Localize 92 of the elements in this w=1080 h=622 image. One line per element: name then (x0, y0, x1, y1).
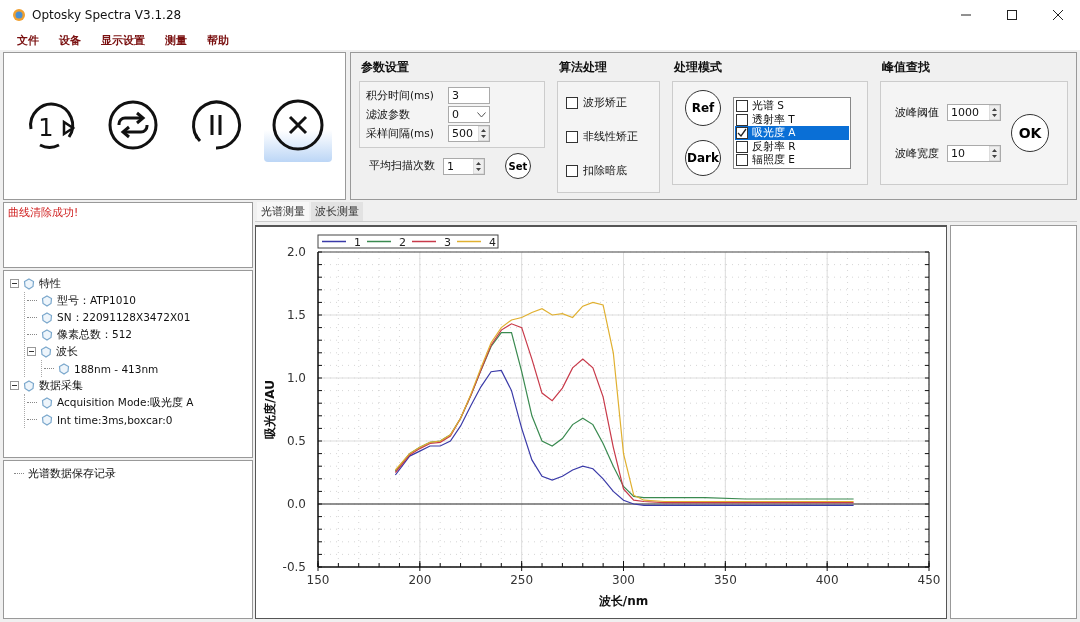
node-icon (41, 294, 53, 307)
menu-item[interactable]: 测量 (165, 32, 187, 48)
legend-swatch (366, 240, 392, 243)
y-tick-label: 1.5 (286, 308, 306, 322)
checkbox[interactable]: 波形矫正 (566, 96, 651, 110)
tree-item[interactable]: 型号：ATP1010 (57, 293, 136, 308)
y-axis-title: 吸光度/AU (263, 380, 277, 439)
y-tick-label: 0.0 (286, 497, 306, 511)
chevron-down-icon[interactable] (477, 111, 486, 118)
legend-label: 1 (354, 235, 361, 249)
list-item[interactable]: 透射率 T (735, 112, 849, 127)
checkbox[interactable]: 非线性矫正 (566, 130, 651, 144)
node-icon (40, 345, 52, 358)
node-icon (41, 396, 53, 409)
field-label: 采样间隔(ms) (366, 126, 435, 141)
status-message: 曲线清除成功! (8, 206, 79, 218)
legend-swatch (321, 240, 347, 243)
field-label: 积分时间(ms) (366, 88, 435, 103)
x-tick-label: 300 (612, 573, 635, 587)
node-icon (41, 413, 53, 426)
mode-button[interactable]: Dark (685, 140, 721, 176)
legend-label: 4 (489, 235, 496, 249)
dropdown[interactable]: 0 (448, 106, 490, 123)
node-icon (23, 277, 35, 290)
tree-item[interactable]: Int time:3ms,boxcar:0 (57, 413, 173, 426)
collapse-icon[interactable] (10, 279, 19, 288)
spin-field[interactable]: 1000 (947, 104, 1001, 121)
list-item[interactable]: 反射率 R (735, 139, 849, 154)
spin-field[interactable]: 500 (448, 125, 490, 142)
tree-item[interactable]: 数据采集 (39, 378, 83, 393)
checkbox[interactable]: 扣除暗底 (566, 164, 651, 178)
x-axis-title: 波长/nm (598, 594, 649, 608)
maximize-icon[interactable] (1006, 9, 1018, 21)
tab[interactable]: 波长测量 (311, 202, 363, 221)
spin-field[interactable]: 1 (443, 157, 485, 175)
check-icon (737, 128, 747, 138)
menu-item[interactable]: 帮助 (207, 32, 229, 48)
node-icon (58, 362, 70, 375)
menu-item[interactable]: 设备 (59, 32, 81, 48)
legend-label: 2 (399, 235, 406, 249)
text-field[interactable]: 3 (448, 87, 490, 104)
window-title: Optosky Spectra V3.1.28 (32, 8, 182, 22)
node-icon (41, 311, 53, 324)
list-item[interactable]: 辐照度 E (735, 153, 849, 167)
y-tick-label: -0.5 (282, 560, 306, 574)
y-tick-label: 2.0 (286, 245, 306, 259)
node-icon (23, 379, 35, 392)
field-label: 滤波参数 (366, 107, 411, 122)
collapse-icon[interactable] (27, 347, 36, 356)
x-tick-label: 200 (408, 573, 432, 587)
list-item[interactable]: 光谱 S (735, 99, 849, 113)
x-tick-label: 350 (713, 573, 737, 587)
ok-button[interactable]: OK (1011, 114, 1049, 152)
spin-field[interactable]: 10 (947, 145, 1001, 162)
group-title: 参数设置 (360, 59, 410, 76)
tree-item[interactable]: 波长 (56, 344, 78, 359)
app-logo-icon (12, 8, 26, 22)
y-tick-label: 0.5 (286, 434, 306, 448)
mode-button[interactable]: Ref (685, 90, 721, 126)
legend-label: 3 (444, 235, 451, 249)
x-tick-label: 400 (815, 573, 839, 587)
legend-swatch (411, 240, 437, 243)
spinner-arrows-icon[interactable] (478, 126, 489, 141)
collapse-icon[interactable] (10, 381, 19, 390)
group-title: 峰值查找 (881, 59, 931, 76)
single-measure-button[interactable]: 1 (17, 90, 86, 162)
tab[interactable]: 光谱测量 (257, 202, 309, 221)
legend-swatch (456, 240, 482, 243)
x-tick-label: 250 (510, 573, 534, 587)
spinner-arrows-icon[interactable] (989, 146, 1000, 161)
spinner-arrows-icon[interactable] (473, 158, 484, 174)
field-label: 波峰阈值 (895, 105, 940, 120)
spinner-arrows-icon[interactable] (989, 105, 1000, 120)
tree-item[interactable]: 188nm - 413nm (74, 362, 159, 375)
record-item[interactable]: 光谱数据保存记录 (28, 466, 116, 481)
x-tick-label: 450 (917, 573, 941, 587)
group-title: 算法处理 (558, 59, 608, 76)
menu-item[interactable]: 文件 (17, 32, 39, 48)
menu-item[interactable]: 显示设置 (101, 32, 145, 48)
tree-item[interactable]: Acquisition Mode:吸光度 A (57, 395, 194, 410)
list-item[interactable]: 吸光度 A (735, 126, 849, 140)
node-icon (41, 328, 53, 341)
y-tick-label: 1.0 (286, 371, 306, 385)
tree-item[interactable]: 特性 (39, 276, 61, 291)
x-tick-label: 150 (306, 573, 330, 587)
field-label: 平均扫描次数 (369, 159, 436, 173)
group-title: 处理模式 (673, 59, 723, 76)
set-button[interactable]: Set (505, 153, 531, 179)
close-icon[interactable] (1052, 9, 1064, 21)
tree-item[interactable]: SN：22091128X3472X01 (57, 310, 191, 325)
tree-item[interactable]: 像素总数：512 (57, 327, 133, 342)
field-label: 波峰宽度 (895, 146, 940, 161)
